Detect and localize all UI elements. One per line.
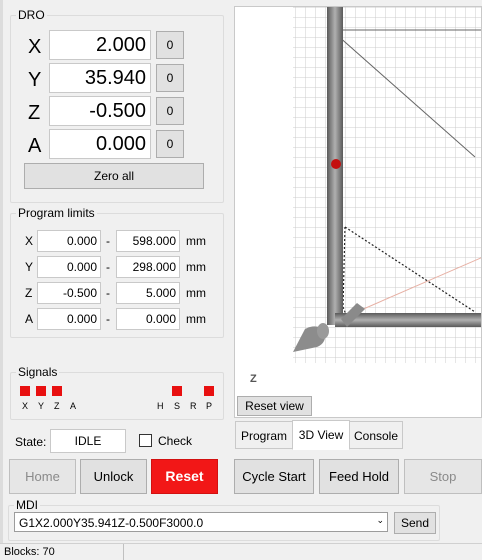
dro-x-label: X: [28, 36, 42, 58]
status-bar: Blocks: 70: [0, 543, 482, 560]
status-divider: [123, 544, 124, 560]
feed-hold-button[interactable]: Feed Hold: [319, 459, 399, 494]
dro-z-value: -0.500: [49, 96, 151, 126]
chevron-down-icon[interactable]: ⌄: [376, 515, 384, 526]
cycle-start-button[interactable]: Cycle Start: [234, 459, 314, 494]
limit-x-max: 598.000: [116, 230, 180, 252]
mdi-input[interactable]: G1X2.000Y35.941Z-0.500F3000.0 ⌄: [14, 512, 388, 532]
zero-z-button[interactable]: 0: [156, 97, 184, 125]
limit-x-dash: -: [106, 234, 110, 248]
signal-s-led: [172, 386, 182, 396]
signals-group: Signals: [10, 365, 224, 420]
limit-a-label: A: [25, 312, 34, 326]
limit-y-max: 298.000: [116, 256, 180, 278]
tab-console[interactable]: Console: [349, 421, 403, 449]
signal-y-led: [36, 386, 46, 396]
limit-z-label: Z: [25, 286, 33, 300]
limit-y-min: 0.000: [37, 256, 101, 278]
dro-z-label: Z: [28, 102, 41, 124]
check-label: Check: [158, 434, 193, 448]
left-edge-divider: [0, 0, 3, 543]
unlock-button[interactable]: Unlock: [80, 459, 147, 494]
signal-x-led: [20, 386, 30, 396]
send-button[interactable]: Send: [394, 512, 436, 534]
mdi-input-value: G1X2.000Y35.941Z-0.500F3000.0: [19, 516, 204, 530]
viewport-canvas: [293, 7, 481, 363]
limit-a-min: 0.000: [37, 308, 101, 330]
limit-x-label: X: [25, 234, 34, 248]
blocks-count: Blocks: 70: [4, 546, 55, 558]
home-button[interactable]: Home: [9, 459, 76, 494]
reset-button[interactable]: Reset: [151, 459, 218, 494]
tool-position-marker: [331, 159, 341, 169]
limit-z-min: -0.500: [37, 282, 101, 304]
limit-x-unit: mm: [186, 234, 206, 248]
limit-a-max: 0.000: [116, 308, 180, 330]
limit-a-unit: mm: [186, 312, 206, 326]
signal-y-label: Y: [38, 401, 45, 411]
tool-collar: [317, 323, 329, 339]
state-label: State:: [15, 435, 47, 449]
zero-y-button[interactable]: 0: [156, 64, 184, 92]
dro-y-value: 35.940: [49, 63, 151, 93]
signal-a-label: A: [70, 401, 77, 411]
limit-z-unit: mm: [186, 286, 206, 300]
signal-p-led: [204, 386, 214, 396]
limit-z-dash: -: [106, 286, 110, 300]
check-checkbox[interactable]: [139, 434, 152, 447]
signal-r-label: R: [190, 401, 197, 411]
limit-z-max: 5.000: [116, 282, 180, 304]
viewport-3d[interactable]: Z: [234, 6, 482, 418]
limit-x-min: 0.000: [37, 230, 101, 252]
zero-x-button[interactable]: 0: [156, 31, 184, 59]
dro-title: DRO: [16, 8, 47, 22]
signal-z-label: Z: [54, 401, 60, 411]
state-value: IDLE: [50, 429, 126, 453]
program-limits-title: Program limits: [16, 206, 97, 220]
dro-x-value: 2.000: [49, 30, 151, 60]
limit-y-dash: -: [106, 260, 110, 274]
signal-x-label: X: [22, 401, 29, 411]
reset-view-button[interactable]: Reset view: [237, 396, 312, 416]
zero-a-button[interactable]: 0: [156, 130, 184, 158]
grid-plane: [293, 7, 481, 363]
tab-3d-view[interactable]: 3D View: [292, 420, 350, 450]
limit-y-unit: mm: [186, 260, 206, 274]
dro-a-label: A: [28, 135, 42, 157]
mdi-title: MDI: [14, 498, 40, 512]
dro-y-label: Y: [28, 69, 42, 91]
stop-button[interactable]: Stop: [404, 459, 482, 494]
z-axis-indicator: Z: [250, 373, 257, 385]
signals-title: Signals: [16, 365, 60, 379]
dro-a-value: 0.000: [49, 129, 151, 159]
signal-z-led: [52, 386, 62, 396]
signal-h-label: H: [157, 401, 164, 411]
zero-all-button[interactable]: Zero all: [24, 163, 204, 189]
signal-s-label: S: [174, 401, 181, 411]
tab-program[interactable]: Program: [235, 421, 293, 449]
limit-y-label: Y: [25, 260, 34, 274]
signal-p-label: P: [206, 401, 213, 411]
limit-a-dash: -: [106, 312, 110, 326]
